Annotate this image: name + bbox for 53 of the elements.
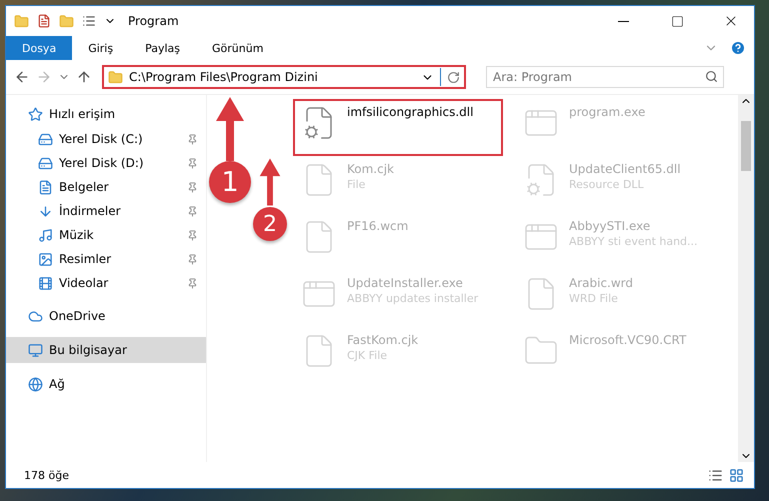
network-icon [28, 376, 43, 392]
search-field[interactable]: Ara: Program [486, 66, 724, 88]
back-icon[interactable] [14, 69, 30, 85]
minimize-icon [618, 20, 628, 22]
sidebar-item[interactable]: Videolar [6, 271, 206, 295]
sidebar-item[interactable]: Ağ [6, 371, 206, 397]
search-icon[interactable] [705, 70, 718, 83]
star-icon [28, 106, 43, 122]
item-count: 178 öğe [24, 468, 70, 482]
folder-icon [108, 70, 123, 84]
ribbon-tab[interactable]: Giriş [72, 36, 130, 60]
pin-icon [187, 182, 198, 192]
sidebar-item[interactable]: Hızlı erişim [6, 101, 206, 127]
pin-icon [187, 158, 198, 168]
large-icons-view-icon[interactable] [729, 468, 744, 482]
folder-icon [14, 14, 29, 28]
ribbon-tab[interactable]: Paylaş [129, 36, 196, 60]
picture-icon [38, 252, 53, 266]
download-icon [38, 204, 53, 218]
refresh-icon[interactable] [447, 70, 460, 84]
sidebar-item[interactable]: Yerel Disk (C:) [6, 127, 206, 151]
sidebar-item[interactable]: Müzik [6, 223, 206, 247]
sidebar-item[interactable]: Resimler [6, 247, 206, 271]
help-icon[interactable] [730, 40, 746, 56]
properties-icon[interactable] [37, 14, 51, 28]
sidebar-item[interactable]: Yerel Disk (D:) [6, 151, 206, 175]
video-icon [38, 276, 53, 290]
pin-icon [187, 230, 198, 240]
computer-icon [28, 342, 43, 358]
scrollbar[interactable] [738, 95, 754, 462]
maximize-icon [670, 14, 684, 28]
document-icon [38, 180, 53, 194]
cloud-icon [28, 308, 43, 324]
view-icon[interactable] [82, 14, 96, 28]
window-title: Program [128, 14, 180, 28]
ribbon-tab[interactable]: Görünüm [196, 36, 280, 60]
sidebar-item[interactable]: OneDrive [6, 303, 206, 329]
pin-icon [187, 206, 198, 216]
drive-icon [38, 156, 53, 170]
sidebar-item[interactable]: Belgeler [6, 175, 206, 199]
pin-icon [187, 254, 198, 264]
ribbon-tab[interactable]: Dosya [6, 36, 72, 60]
drive-c-icon [38, 132, 53, 146]
pin-icon [187, 134, 198, 144]
address-bar[interactable]: C:\Program Files\Program Dizini [102, 65, 466, 89]
up-icon[interactable] [76, 69, 92, 85]
sidebar-item[interactable]: Bu bilgisayar [6, 337, 206, 363]
details-view-icon[interactable] [708, 468, 723, 482]
scroll-thumb[interactable] [741, 121, 751, 171]
music-icon [38, 228, 53, 242]
file-item[interactable]: imfsilicongraphics.dll [293, 99, 503, 156]
pin-icon [187, 278, 198, 288]
sidebar-item[interactable]: İndirmeler [6, 199, 206, 223]
